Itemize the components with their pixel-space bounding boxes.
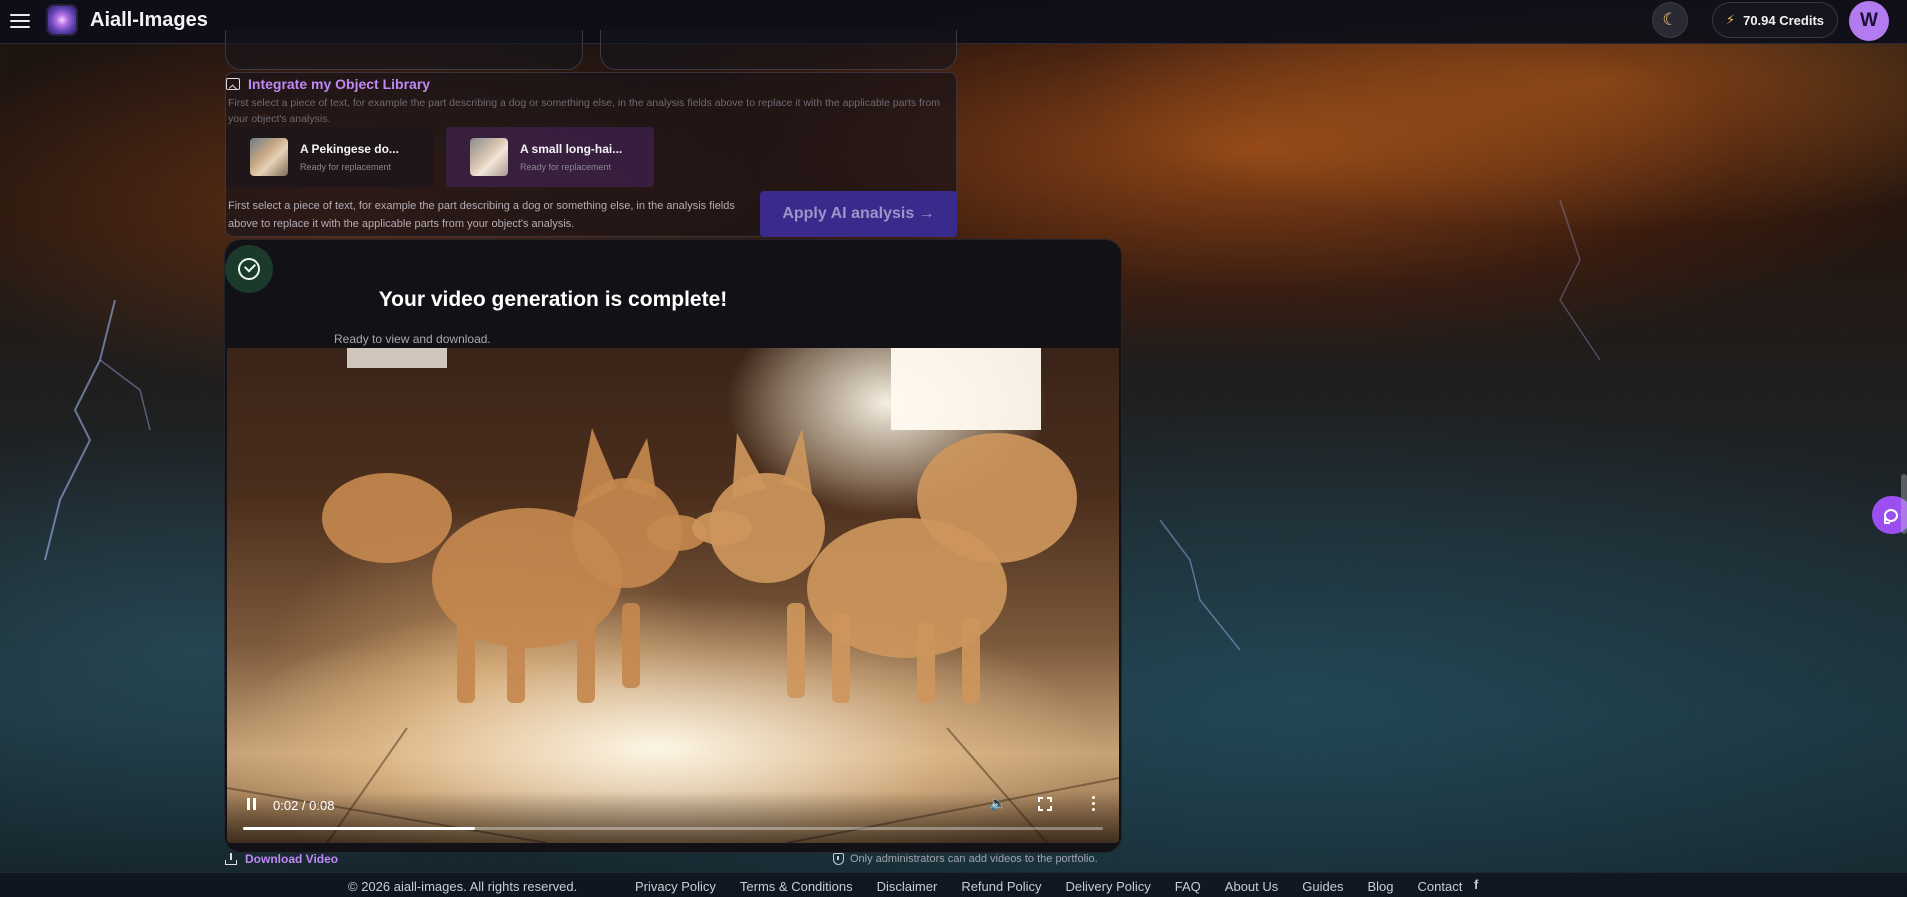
footer: © 2026 aiall-images. All rights reserved… <box>0 872 1907 897</box>
brand-name[interactable]: Aiall-Images <box>90 9 208 32</box>
video-result-panel: Your video generation is complete! Ready… <box>225 240 1121 852</box>
object-name: A Pekingese do... <box>300 142 399 156</box>
footer-link-refund-policy[interactable]: Refund Policy <box>961 879 1041 894</box>
admin-note: Only administrators can add videos to th… <box>833 853 1098 865</box>
check-circle-icon <box>225 245 273 293</box>
object-library-title: Integrate my Object Library <box>248 76 431 92</box>
object-library-panel: Integrate my Object Library First select… <box>225 72 957 237</box>
footer-link-disclaimer[interactable]: Disclaimer <box>877 879 938 894</box>
video-controls: 0:02 / 0:08 🔈 <box>227 791 1119 843</box>
fullscreen-icon[interactable] <box>1038 797 1052 811</box>
footer-copyright: © 2026 aiall-images. All rights reserved… <box>348 879 578 894</box>
object-thumbnail <box>250 138 288 176</box>
volume-icon[interactable]: 🔈 <box>989 795 1007 813</box>
logo[interactable] <box>46 4 78 36</box>
object-name: A small long-hai... <box>520 142 623 156</box>
replacement-hint: First select a piece of text, for exampl… <box>228 200 735 230</box>
scrollbar-thumb[interactable] <box>1901 474 1907 534</box>
object-status: Ready for replacement <box>300 162 392 172</box>
lightning-icon: ⚡ <box>1725 12 1736 27</box>
download-video-label: Download Video <box>245 852 339 866</box>
result-title: Your video generation is complete! <box>378 288 728 311</box>
footer-link-terms[interactable]: Terms & Conditions <box>740 879 853 894</box>
object-library-hint: First select a piece of text, for exampl… <box>228 97 941 125</box>
video-frame-dogs <box>227 428 1119 843</box>
credits-badge[interactable]: ⚡ 70.94 Credits <box>1712 2 1838 38</box>
menu-icon[interactable] <box>10 10 32 32</box>
admin-note-text: Only administrators can add videos to th… <box>850 853 1098 865</box>
footer-link-contact[interactable]: Contact <box>1418 879 1463 894</box>
object-thumbnail <box>470 138 508 176</box>
footer-link-blog[interactable]: Blog <box>1367 879 1393 894</box>
moon-icon: ☾ <box>1662 10 1678 29</box>
download-icon <box>225 853 237 865</box>
more-options-icon[interactable] <box>1092 796 1096 812</box>
theme-toggle-button[interactable]: ☾ <box>1652 2 1688 38</box>
shield-icon <box>833 853 844 865</box>
footer-link-about-us[interactable]: About Us <box>1225 879 1278 894</box>
chat-bubble-icon <box>1884 508 1898 524</box>
previous-card-right <box>600 30 957 70</box>
footer-link-faq[interactable]: FAQ <box>1175 879 1201 894</box>
object-card[interactable]: A small long-hai... Ready for replacemen… <box>446 127 654 187</box>
video-progress-fill <box>243 827 476 830</box>
video-player[interactable]: 0:02 / 0:08 🔈 <box>227 348 1119 843</box>
footer-link-delivery-policy[interactable]: Delivery Policy <box>1066 879 1151 894</box>
pause-icon[interactable] <box>245 797 259 811</box>
previous-card-left <box>225 30 583 70</box>
object-library-header: Integrate my Object Library <box>226 76 430 92</box>
apply-ai-analysis-button[interactable]: Apply AI analysis → <box>760 191 957 237</box>
facebook-icon[interactable]: f <box>1474 877 1478 892</box>
footer-link-guides[interactable]: Guides <box>1302 879 1343 894</box>
object-status: Ready for replacement <box>520 162 612 172</box>
video-time: 0:02 / 0:08 <box>273 798 335 813</box>
result-subtitle: Ready to view and download. <box>334 332 491 346</box>
credits-value: 70.94 Credits <box>1743 12 1825 28</box>
video-progress-bar[interactable] <box>243 827 1103 830</box>
footer-link-privacy-policy[interactable]: Privacy Policy <box>635 879 716 894</box>
download-video-link[interactable]: Download Video <box>225 852 338 866</box>
avatar[interactable]: W <box>1849 1 1889 41</box>
image-icon <box>226 78 240 90</box>
object-card[interactable]: A Pekingese do... Ready for replacement <box>226 127 434 187</box>
footer-links: Privacy Policy Terms & Conditions Discla… <box>635 879 1462 894</box>
